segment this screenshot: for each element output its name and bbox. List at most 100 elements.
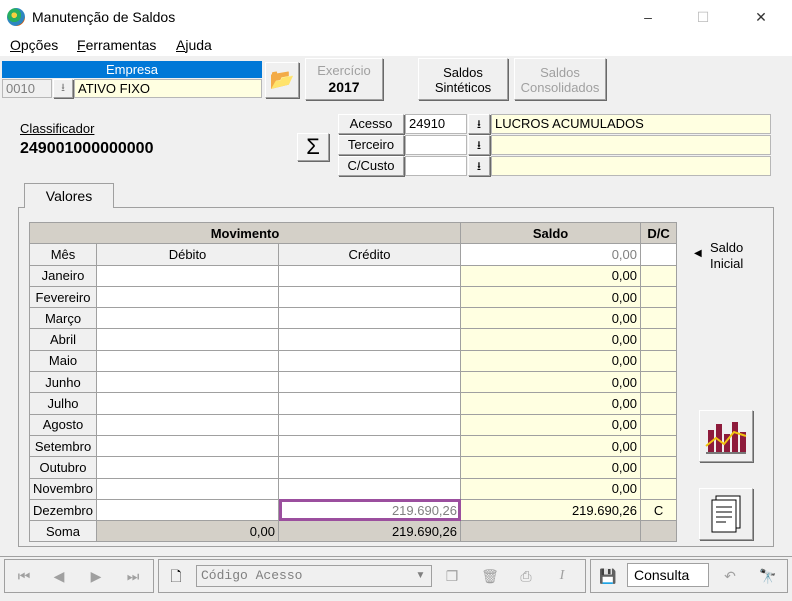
month-cell: Fevereiro bbox=[29, 285, 97, 309]
chevron-down-icon[interactable]: ▼ bbox=[410, 566, 431, 586]
new-page-icon: 🗋 bbox=[170, 568, 182, 584]
saldo-cell: 0,00 bbox=[460, 477, 642, 500]
dc-cell bbox=[640, 307, 678, 330]
codigo-acesso-combo[interactable]: Código Acesso bbox=[196, 565, 432, 587]
debito-cell[interactable] bbox=[96, 349, 279, 373]
debito-cell[interactable] bbox=[96, 456, 279, 479]
acesso-lookup-button[interactable]: ⭳ bbox=[468, 114, 490, 134]
saldo-cell: 0,00 bbox=[460, 392, 642, 415]
credito-cell[interactable] bbox=[277, 413, 462, 436]
menu-opcoes[interactable]: Opções bbox=[10, 37, 58, 53]
saldo-cell: 0,00 bbox=[460, 371, 642, 394]
new-document-button[interactable]: 🗋 bbox=[160, 562, 192, 590]
credito-cell[interactable] bbox=[277, 456, 462, 479]
saldo-cell: 0,00 bbox=[460, 307, 642, 330]
close-button[interactable]: ✕ bbox=[748, 6, 774, 28]
minimize-button[interactable]: – bbox=[635, 6, 661, 28]
table-row: Maio 0,00 bbox=[29, 349, 678, 373]
bar-chart-icon bbox=[705, 422, 747, 454]
saldo-cell: 0,00 bbox=[460, 413, 642, 436]
saldos-consolidados-button[interactable]: Saldos Consolidados bbox=[514, 58, 606, 100]
terceiro-lookup-button[interactable]: ⭳ bbox=[468, 135, 490, 155]
credito-cell-selected[interactable]: 219.690,26 bbox=[277, 498, 462, 522]
menu-ajuda[interactable]: Ajuda bbox=[176, 37, 212, 53]
dc-cell bbox=[640, 456, 678, 479]
folder-open-icon: 📂 bbox=[269, 69, 295, 91]
saldo-cell: 219.690,26 bbox=[460, 498, 642, 522]
credito-cell[interactable] bbox=[277, 434, 462, 458]
debito-cell[interactable] bbox=[96, 413, 279, 436]
attach-button[interactable]: ❐ bbox=[436, 562, 468, 590]
save-button[interactable]: 💾 bbox=[592, 562, 624, 590]
saldo-inicial-label: Saldo Inicial bbox=[710, 240, 744, 271]
first-record-button[interactable]: ⏮ bbox=[8, 562, 40, 590]
credito-cell[interactable] bbox=[277, 285, 462, 309]
menu-ferramentas[interactable]: Ferramentas bbox=[77, 37, 156, 53]
acesso-field[interactable]: 24910 bbox=[405, 114, 467, 134]
debito-cell[interactable] bbox=[96, 392, 279, 415]
table-row: Dezembro 219.690,26 219.690,26 C bbox=[29, 498, 678, 522]
triangle-left-icon: ◀ bbox=[694, 248, 702, 259]
next-record-button[interactable]: ▶ bbox=[80, 562, 112, 590]
dc-cell bbox=[640, 285, 678, 309]
find-button[interactable]: 🔭 bbox=[752, 562, 784, 590]
month-cell: Outubro bbox=[29, 456, 97, 479]
table-row: Outubro 0,00 bbox=[29, 456, 678, 479]
print-button[interactable]: ⎙ bbox=[510, 562, 542, 590]
grid-header-dc: D/C bbox=[640, 221, 678, 245]
initial-saldo-cell[interactable]: 0,00 bbox=[460, 243, 642, 266]
exercicio-panel[interactable]: Exercício 2017 bbox=[305, 58, 383, 100]
debito-cell[interactable] bbox=[96, 328, 279, 351]
credito-cell[interactable] bbox=[277, 392, 462, 415]
custo-lookup-button[interactable]: ⭳ bbox=[468, 156, 490, 176]
previous-record-button[interactable]: ◀ bbox=[43, 562, 75, 590]
download-arrow-icon: ⭳ bbox=[476, 138, 482, 152]
empresa-code-field[interactable]: 0010 bbox=[2, 79, 52, 98]
tab-valores[interactable]: Valores bbox=[24, 183, 114, 208]
delete-button[interactable]: 🗑 bbox=[474, 562, 506, 590]
floppy-disk-icon: 💾 bbox=[599, 568, 617, 584]
saldo-cell: 0,00 bbox=[460, 285, 642, 309]
credito-cell[interactable] bbox=[277, 477, 462, 500]
dc-cell bbox=[640, 413, 678, 436]
debito-cell[interactable] bbox=[96, 498, 279, 522]
sum-button[interactable]: Σ bbox=[297, 133, 329, 161]
saldo-cell: 0,00 bbox=[460, 456, 642, 479]
debito-cell[interactable] bbox=[96, 264, 279, 287]
debito-cell[interactable] bbox=[96, 307, 279, 330]
empresa-label: Empresa bbox=[2, 61, 262, 78]
credito-cell[interactable] bbox=[277, 328, 462, 351]
saldo-cell: 0,00 bbox=[460, 328, 642, 351]
maximize-button[interactable]: ☐ bbox=[690, 6, 716, 28]
last-record-button[interactable]: ⏭ bbox=[117, 562, 149, 590]
debito-cell[interactable] bbox=[96, 477, 279, 500]
debito-cell[interactable] bbox=[96, 285, 279, 309]
italic-button[interactable]: I bbox=[546, 562, 578, 590]
month-cell: Setembro bbox=[29, 434, 97, 458]
soma-credito: 219.690,26 bbox=[277, 520, 462, 543]
saldos-sinteticos-button[interactable]: Saldos Sintéticos bbox=[418, 58, 508, 100]
table-row: Setembro 0,00 bbox=[29, 434, 678, 458]
credito-cell[interactable] bbox=[277, 349, 462, 373]
empresa-name-field[interactable]: ATIVO FIXO bbox=[74, 79, 262, 98]
next-icon: ▶ bbox=[90, 568, 102, 584]
terceiro-field[interactable] bbox=[405, 135, 467, 155]
report-button[interactable] bbox=[699, 488, 753, 540]
table-row: Junho 0,00 bbox=[29, 371, 678, 394]
debito-cell[interactable] bbox=[96, 371, 279, 394]
month-cell: Agosto bbox=[29, 413, 97, 436]
open-folder-button[interactable]: 📂 bbox=[265, 62, 299, 98]
credito-cell[interactable] bbox=[277, 307, 462, 330]
undo-button[interactable]: ↶ bbox=[714, 562, 746, 590]
debito-cell[interactable] bbox=[96, 434, 279, 458]
initial-dc-cell[interactable] bbox=[640, 243, 678, 266]
custo-field[interactable] bbox=[405, 156, 467, 176]
document-icon bbox=[711, 495, 741, 533]
document-copy-icon: ❐ bbox=[445, 568, 459, 584]
empresa-lookup-button[interactable]: ⭳ bbox=[53, 79, 73, 98]
soma-debito: 0,00 bbox=[96, 520, 279, 543]
month-cell: Novembro bbox=[29, 477, 97, 500]
chart-button[interactable] bbox=[699, 410, 753, 462]
credito-cell[interactable] bbox=[277, 371, 462, 394]
credito-cell[interactable] bbox=[277, 264, 462, 287]
